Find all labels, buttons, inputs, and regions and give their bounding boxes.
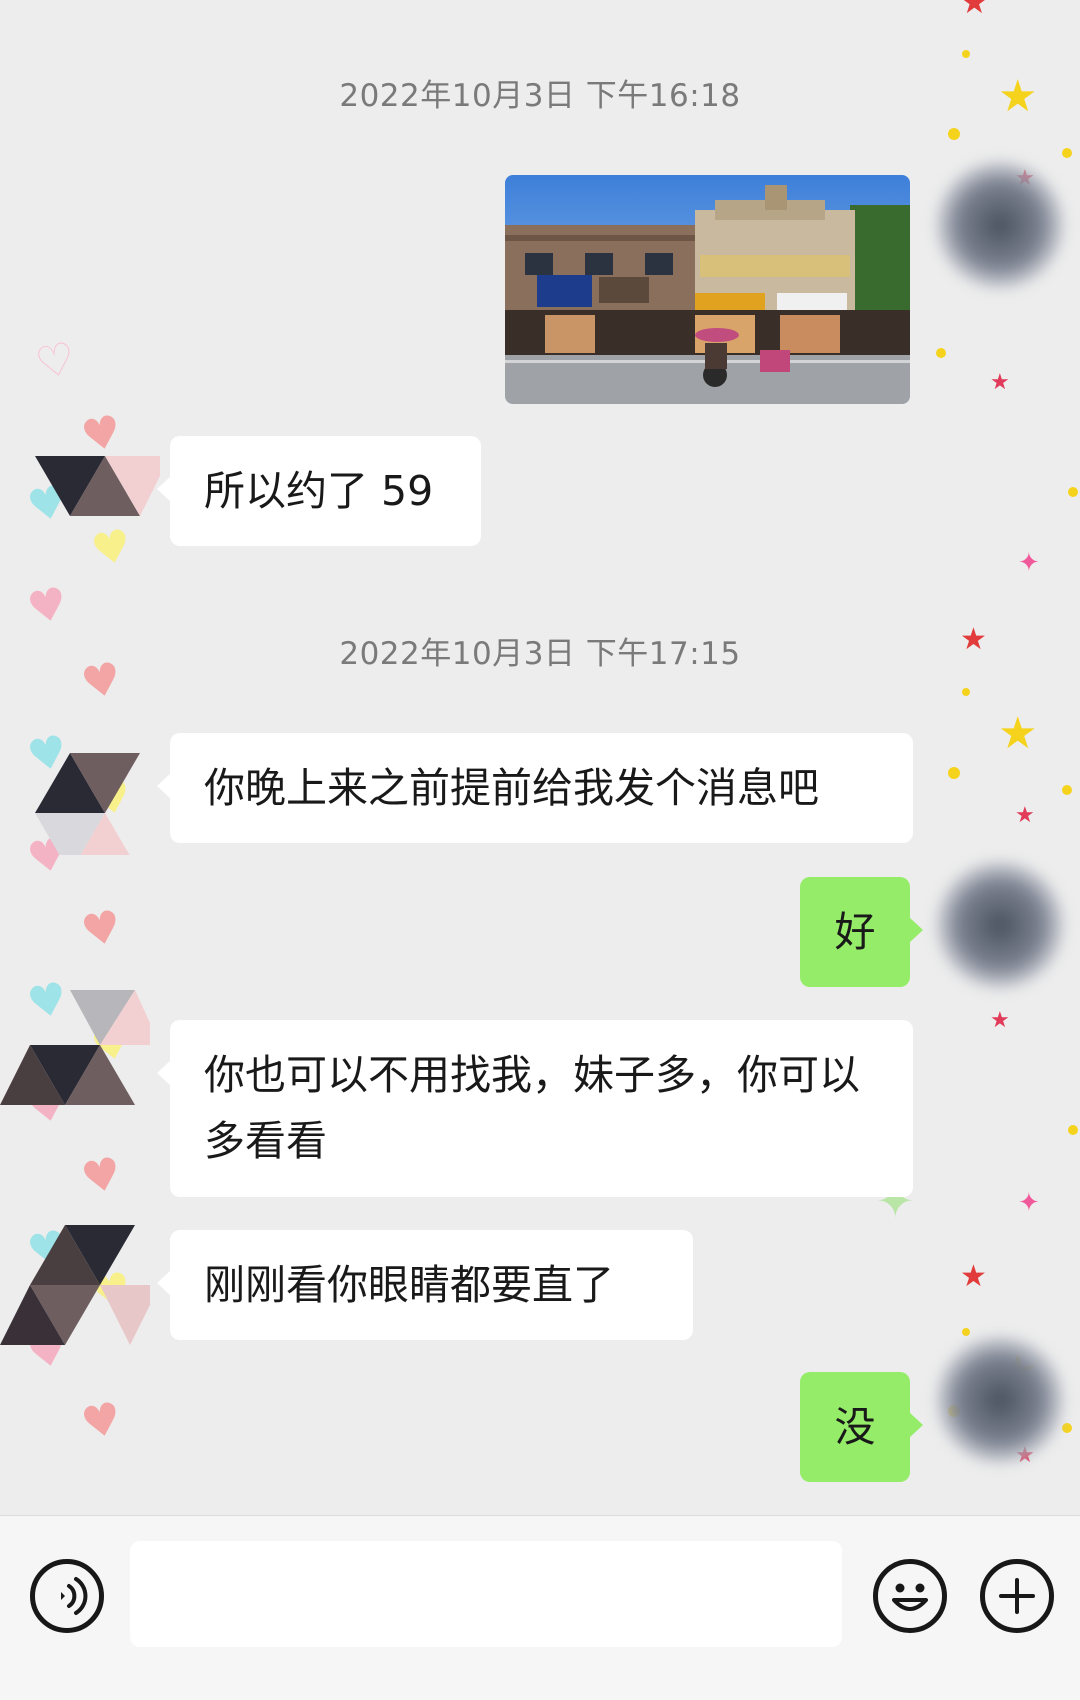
star-icon: ★ bbox=[960, 1259, 987, 1294]
avatar[interactable] bbox=[935, 860, 1065, 990]
avatar-image bbox=[0, 1225, 160, 1345]
heart-icon: ♥ bbox=[77, 1392, 127, 1451]
timestamp: 2022年10月3日 下午17:15 bbox=[339, 636, 741, 672]
timestamp: 2022年10月3日 下午16:18 bbox=[339, 78, 741, 114]
message-bubble[interactable]: 你晚上来之前提前给我发个消息吧 bbox=[157, 733, 913, 843]
dot bbox=[1068, 1125, 1078, 1135]
emoji-icon bbox=[892, 1583, 928, 1611]
emoji-button[interactable] bbox=[873, 1559, 947, 1633]
heart-icon: ♡ bbox=[31, 332, 81, 391]
avatar[interactable] bbox=[10, 420, 170, 540]
heart-icon: ♥ bbox=[77, 900, 127, 959]
avatar-image bbox=[35, 456, 170, 516]
heart-icon: ♥ bbox=[23, 577, 73, 636]
avatar[interactable] bbox=[0, 1225, 160, 1345]
dot bbox=[962, 50, 970, 58]
message-bubble[interactable]: 没 bbox=[800, 1372, 923, 1482]
message-input[interactable] bbox=[130, 1541, 842, 1647]
storefront-image bbox=[505, 175, 910, 404]
star-icon: ★ bbox=[990, 370, 1010, 395]
avatar[interactable] bbox=[935, 160, 1065, 290]
avatar-image bbox=[35, 753, 140, 873]
avatar[interactable] bbox=[935, 1335, 1065, 1465]
message-bubble[interactable]: 你也可以不用找我，妹子多，你可以多看看 bbox=[157, 1020, 913, 1197]
input-toolbar bbox=[0, 1515, 1080, 1700]
avatar[interactable] bbox=[10, 735, 160, 873]
heart-icon: ♥ bbox=[77, 1147, 127, 1206]
storefront-photo[interactable] bbox=[505, 175, 910, 404]
dot bbox=[936, 348, 946, 358]
message-bubble[interactable]: 所以约了 59 bbox=[157, 436, 481, 546]
voice-button[interactable] bbox=[30, 1559, 104, 1633]
dot bbox=[962, 688, 970, 696]
star-icon: ✦ bbox=[1018, 1188, 1040, 1218]
message-bubble[interactable]: 刚刚看你眼睛都要直了 bbox=[157, 1230, 693, 1340]
dot bbox=[1068, 487, 1078, 497]
more-button[interactable] bbox=[980, 1559, 1054, 1633]
dot bbox=[962, 1328, 970, 1336]
avatar-image bbox=[0, 990, 160, 1105]
message-bubble[interactable]: 好 bbox=[800, 877, 923, 987]
dot bbox=[1062, 785, 1072, 795]
star-icon: ★ bbox=[990, 1008, 1010, 1033]
avatar[interactable] bbox=[0, 985, 160, 1105]
star-icon: ★ bbox=[998, 708, 1038, 759]
dot bbox=[948, 128, 960, 140]
dot bbox=[1062, 1423, 1072, 1433]
star-icon: ★ bbox=[960, 0, 989, 21]
star-icon: ★ bbox=[1015, 803, 1035, 828]
dot bbox=[1062, 148, 1072, 158]
voice-icon bbox=[61, 1577, 88, 1615]
star-icon: ✦ bbox=[1018, 548, 1040, 578]
plus-icon bbox=[999, 1578, 1035, 1614]
dot bbox=[948, 767, 960, 779]
